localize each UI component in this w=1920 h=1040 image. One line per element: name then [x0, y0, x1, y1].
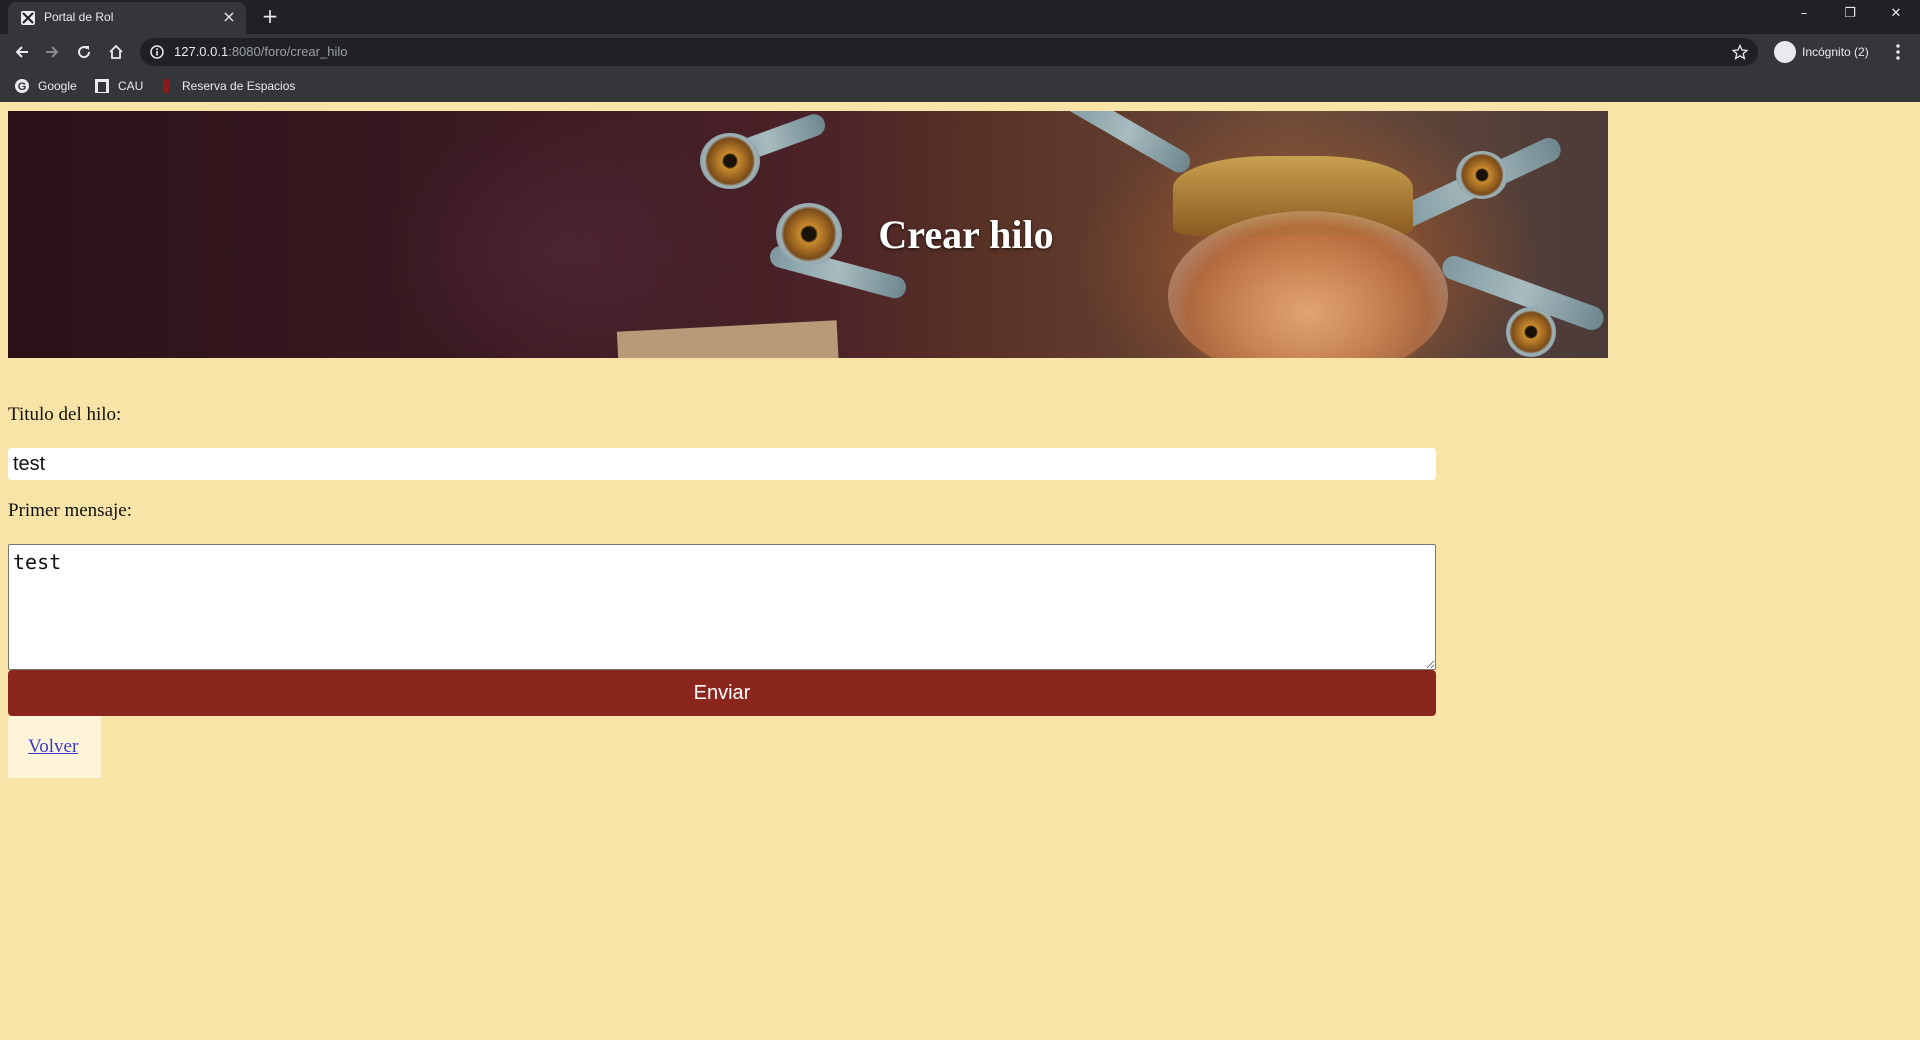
- reload-button[interactable]: [70, 38, 98, 66]
- first-message-textarea[interactable]: test: [8, 544, 1436, 670]
- home-button[interactable]: [102, 38, 130, 66]
- back-link-container: Volver: [8, 716, 101, 778]
- header-banner: Crear hilo: [8, 111, 1608, 358]
- close-window-button[interactable]: ✕: [1873, 0, 1919, 30]
- banner-artwork-tentacle: [1061, 111, 1195, 177]
- url-path: :8080/foro/crear_hilo: [228, 44, 348, 59]
- reserva-icon: [163, 79, 169, 93]
- site-favicon-icon: [21, 11, 35, 25]
- banner-artwork-eye: [1506, 307, 1556, 357]
- info-icon[interactable]: [150, 45, 164, 59]
- reload-icon: [78, 46, 91, 59]
- minimize-button[interactable]: –: [1781, 0, 1827, 30]
- tab-title: Portal de Rol: [44, 10, 114, 24]
- banner-artwork-eye: [700, 133, 760, 189]
- banner-artwork-eye: [1456, 151, 1508, 199]
- banner-artwork-paper: [616, 320, 840, 358]
- bookmark-google[interactable]: G Google: [14, 76, 80, 96]
- bookmark-label: CAU: [118, 79, 144, 93]
- page-content: Crear hilo Titulo del hilo: Primer mensa…: [0, 102, 1920, 1040]
- url-host: 127.0.0.1: [174, 44, 229, 59]
- home-icon: [109, 44, 123, 59]
- page-title: Crear hilo: [878, 212, 1054, 257]
- browser-toolbar: 127.0.0.1:8080/foro/crear_hilo Incógnito…: [0, 34, 1920, 70]
- google-icon: G: [15, 79, 29, 93]
- svg-text:G: G: [18, 81, 27, 93]
- address-bar[interactable]: 127.0.0.1:8080/foro/crear_hilo: [140, 38, 1758, 66]
- message-field-label: Primer mensaje:: [8, 500, 132, 521]
- send-button[interactable]: Enviar: [8, 670, 1436, 716]
- bookmark-star-icon[interactable]: [1732, 44, 1748, 60]
- bookmark-cau[interactable]: CAU: [94, 76, 146, 96]
- bookmark-label: Reserva de Espacios: [182, 79, 296, 93]
- thread-title-input[interactable]: [8, 448, 1436, 480]
- url-text: 127.0.0.1:8080/foro/crear_hilo: [174, 44, 347, 59]
- back-button[interactable]: [8, 38, 36, 66]
- browser-chrome: Portal de Rol × + – ❐ ✕ 127.0.0.1:8080/f…: [0, 0, 1920, 102]
- kebab-menu-icon[interactable]: [1888, 42, 1908, 62]
- restore-button[interactable]: ❐: [1827, 0, 1873, 30]
- bookmarks-bar: G Google CAU Reserva de Espacios: [0, 70, 1920, 102]
- forward-button[interactable]: [38, 38, 66, 66]
- incognito-icon: [1774, 41, 1796, 63]
- title-field-label: Titulo del hilo:: [8, 404, 122, 425]
- arrow-left-icon: [15, 46, 28, 58]
- incognito-profile-button[interactable]: Incógnito (2): [1770, 38, 1882, 66]
- tab-strip: Portal de Rol × + – ❐ ✕: [0, 0, 1920, 34]
- new-tab-button[interactable]: +: [258, 4, 282, 28]
- arrow-right-icon: [46, 46, 59, 58]
- bookmark-reserva-de-espacios[interactable]: Reserva de Espacios: [158, 76, 298, 96]
- bookmark-label: Google: [38, 79, 77, 93]
- cau-icon: [95, 79, 109, 93]
- tab-close-icon[interactable]: ×: [220, 8, 238, 26]
- back-link[interactable]: Volver: [28, 736, 78, 758]
- tab-portal-de-rol[interactable]: Portal de Rol ×: [8, 2, 246, 34]
- profile-label: Incógnito (2): [1802, 45, 1869, 59]
